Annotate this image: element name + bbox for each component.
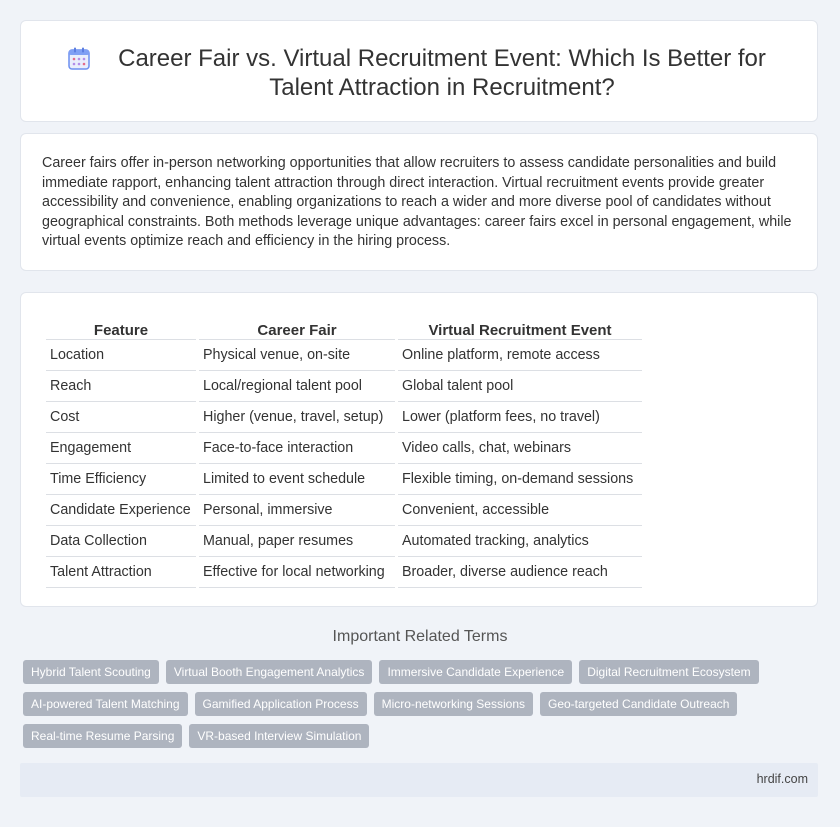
- related-term-tag[interactable]: Virtual Booth Engagement Analytics: [165, 660, 373, 684]
- table-cell: Face-to-face interaction: [199, 433, 395, 464]
- table-cell: Broader, diverse audience reach: [398, 557, 642, 588]
- related-term-tag[interactable]: Micro-networking Sessions: [373, 692, 533, 716]
- table-cell: Data Collection: [46, 526, 196, 557]
- table-cell: Lower (platform fees, no travel): [398, 402, 642, 433]
- table-row: Location Physical venue, on-site Online …: [46, 340, 642, 371]
- table-cell: Effective for local networking: [199, 557, 395, 588]
- table-cell: Flexible timing, on-demand sessions: [398, 464, 642, 495]
- table-cell: Personal, immersive: [199, 495, 395, 526]
- table-cell: Local/regional talent pool: [199, 371, 395, 402]
- table-cell: Talent Attraction: [46, 557, 196, 588]
- table-row: Time Efficiency Limited to event schedul…: [46, 464, 642, 495]
- column-header-virtual-event: Virtual Recruitment Event: [398, 315, 642, 340]
- table-cell: Reach: [46, 371, 196, 402]
- calendar-icon: [68, 47, 90, 70]
- footer-site-link[interactable]: hrdif.com: [757, 772, 808, 786]
- related-terms-heading: Important Related Terms: [332, 628, 508, 645]
- table-row: Cost Higher (venue, travel, setup) Lower…: [46, 402, 642, 433]
- table-row: Reach Local/regional talent pool Global …: [46, 371, 642, 402]
- table-row: Talent Attraction Effective for local ne…: [46, 557, 642, 588]
- intro-paragraph: Career fairs offer in-person networking …: [42, 155, 792, 250]
- table-row: Candidate Experience Personal, immersive…: [46, 495, 642, 526]
- related-term-tag[interactable]: AI-powered Talent Matching: [23, 692, 188, 716]
- related-term-tag[interactable]: Geo-targeted Candidate Outreach: [540, 692, 738, 716]
- table-cell: Candidate Experience: [46, 495, 196, 526]
- table-cell: Higher (venue, travel, setup): [199, 402, 395, 433]
- related-term-tag[interactable]: Real-time Resume Parsing: [23, 724, 183, 748]
- table-cell: Engagement: [46, 433, 196, 464]
- comparison-card: Feature Career Fair Virtual Recruitment …: [20, 292, 818, 607]
- related-term-tag[interactable]: Hybrid Talent Scouting: [23, 660, 159, 684]
- table-cell: Convenient, accessible: [398, 495, 642, 526]
- table-cell: Online platform, remote access: [398, 340, 642, 371]
- related-term-tag[interactable]: Immersive Candidate Experience: [379, 660, 573, 684]
- table-cell: Automated tracking, analytics: [398, 526, 642, 557]
- comparison-table: Feature Career Fair Virtual Recruitment …: [43, 315, 645, 588]
- table-cell: Limited to event schedule: [199, 464, 395, 495]
- column-header-feature: Feature: [46, 315, 196, 340]
- related-terms-list: Hybrid Talent Scouting Virtual Booth Eng…: [23, 660, 783, 748]
- table-row: Engagement Face-to-face interaction Vide…: [46, 433, 642, 464]
- table-cell: Location: [46, 340, 196, 371]
- table-cell: Time Efficiency: [46, 464, 196, 495]
- related-term-tag[interactable]: Gamified Application Process: [194, 692, 367, 716]
- intro-card: Career fairs offer in-person networking …: [20, 133, 818, 271]
- table-cell: Cost: [46, 402, 196, 433]
- table-cell: Global talent pool: [398, 371, 642, 402]
- table-row: Data Collection Manual, paper resumes Au…: [46, 526, 642, 557]
- column-header-career-fair: Career Fair: [199, 315, 395, 340]
- related-term-tag[interactable]: VR-based Interview Simulation: [189, 724, 370, 748]
- table-cell: Video calls, chat, webinars: [398, 433, 642, 464]
- related-term-tag[interactable]: Digital Recruitment Ecosystem: [579, 660, 759, 684]
- title-card: Career Fair vs. Virtual Recruitment Even…: [20, 20, 818, 122]
- footer-bar: hrdif.com: [20, 763, 818, 797]
- page-title: Career Fair vs. Virtual Recruitment Even…: [118, 45, 766, 101]
- table-cell: Manual, paper resumes: [199, 526, 395, 557]
- table-cell: Physical venue, on-site: [199, 340, 395, 371]
- title-row: Career Fair vs. Virtual Recruitment Even…: [21, 44, 817, 102]
- table-header-row: Feature Career Fair Virtual Recruitment …: [46, 315, 642, 340]
